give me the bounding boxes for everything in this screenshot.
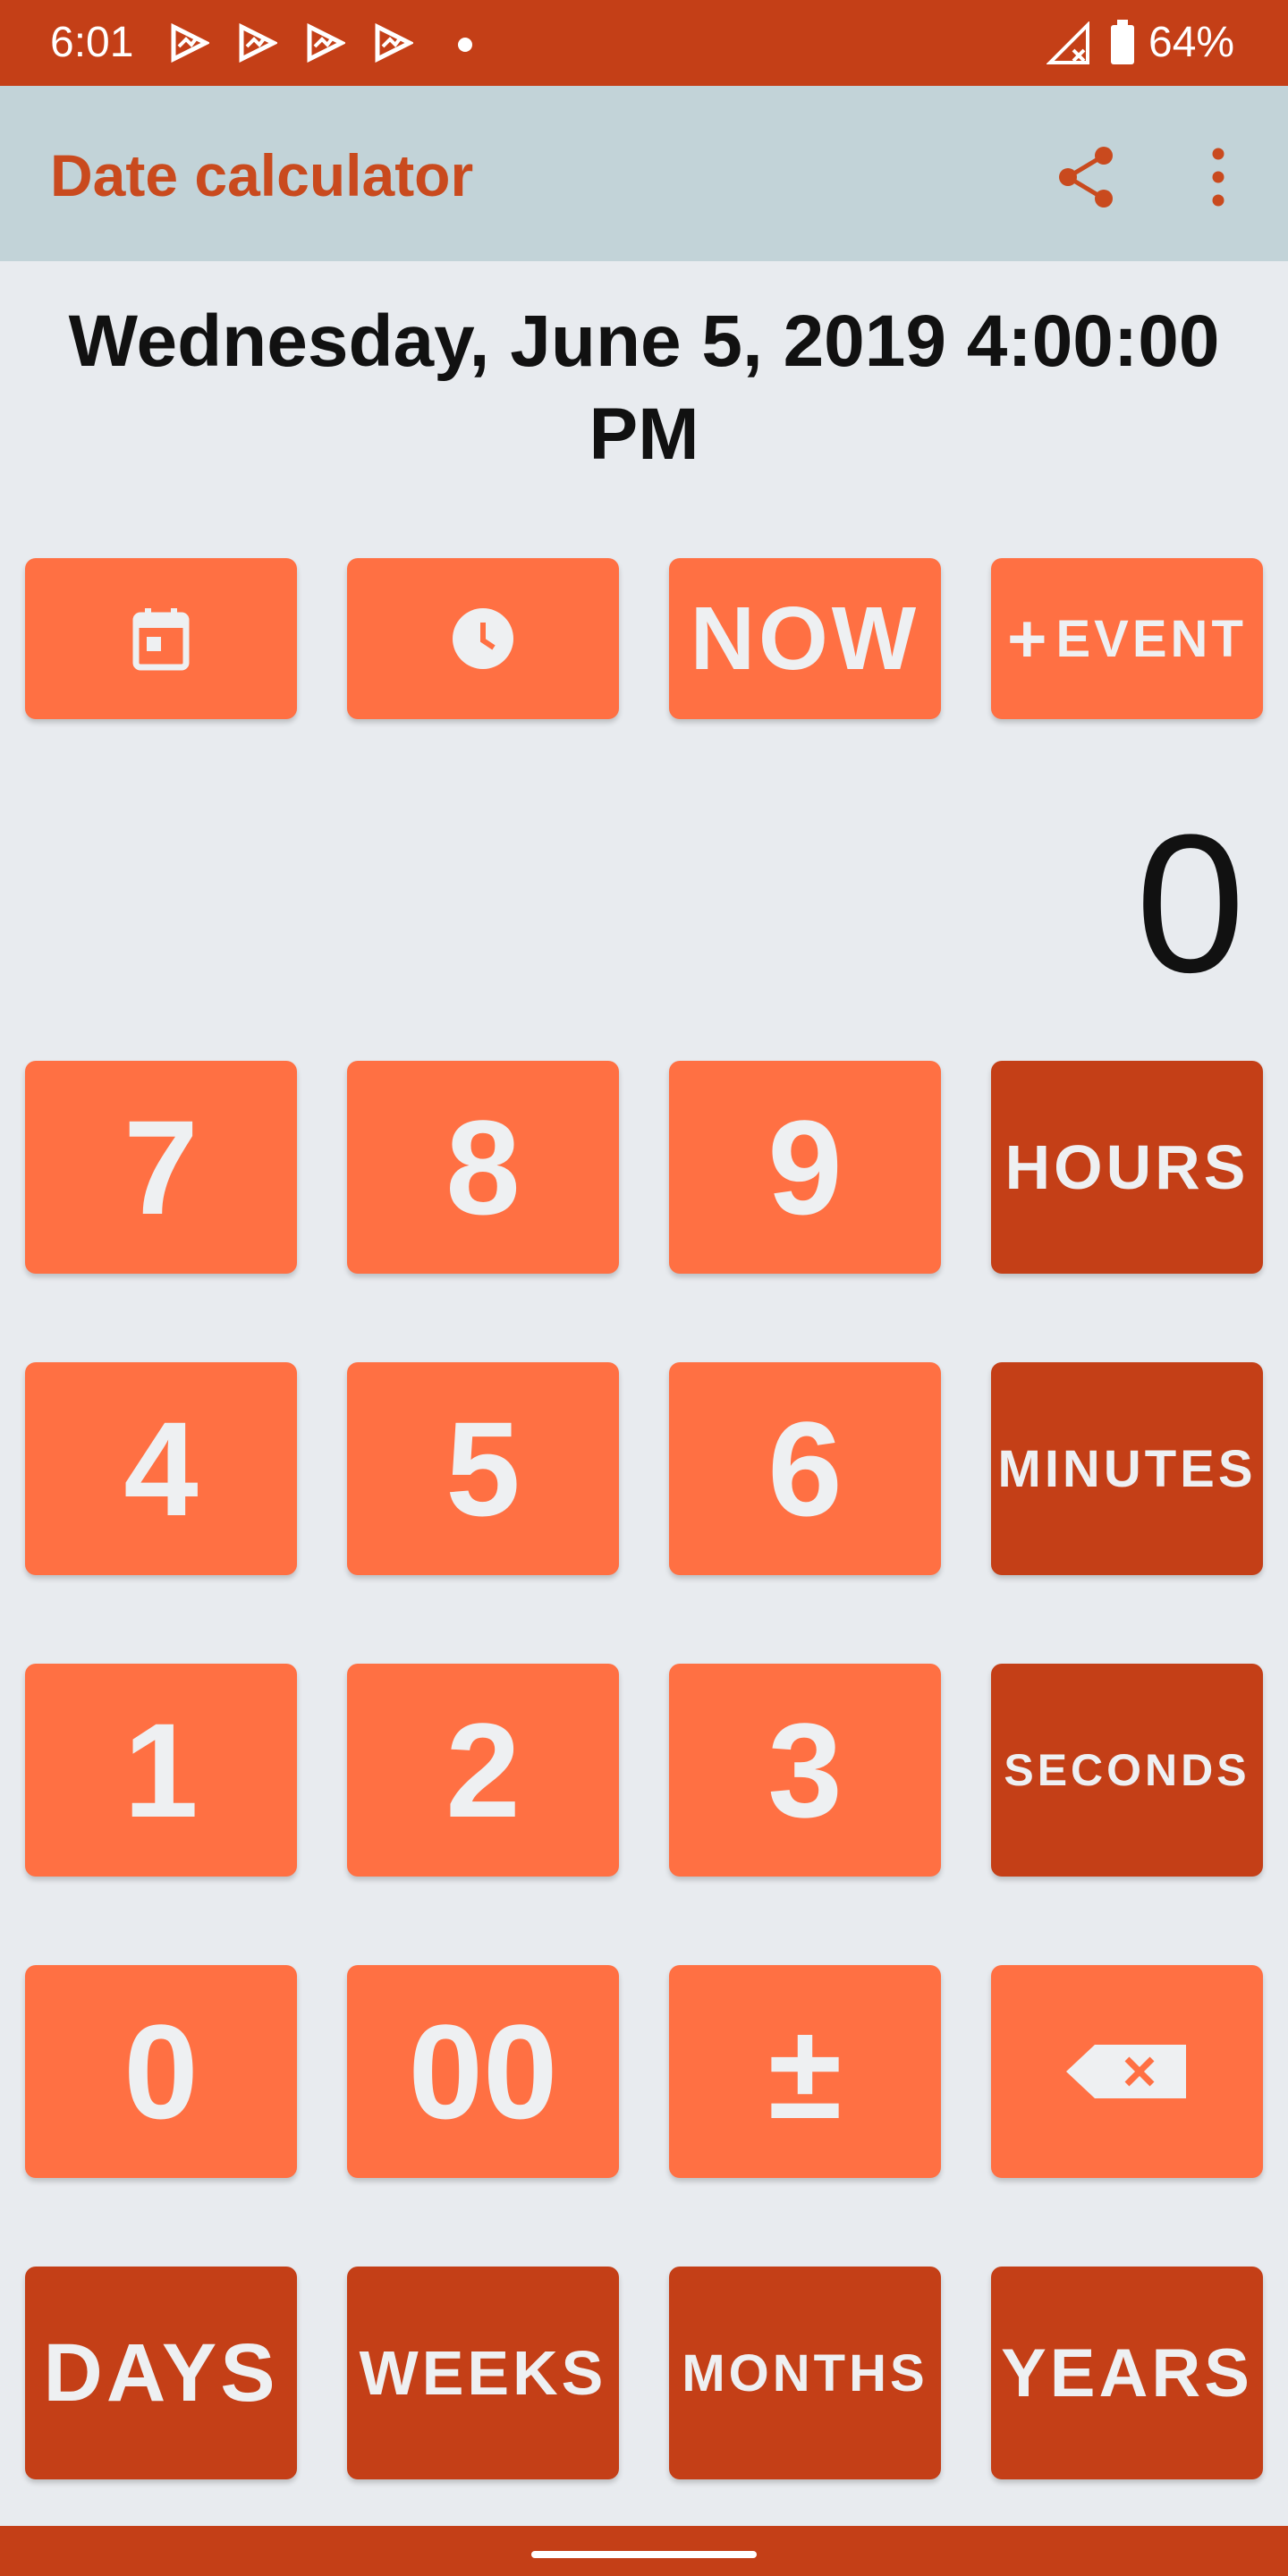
add-event-label: EVENT (1055, 609, 1247, 668)
play-games-notification-icon (239, 23, 277, 63)
app-bar: Date calculator (0, 86, 1288, 261)
key-4[interactable]: 4 (25, 1362, 297, 1575)
calendar-icon (132, 608, 190, 671)
key-2[interactable]: 2 (347, 1664, 619, 1877)
battery-percentage: 64% (1148, 19, 1235, 66)
navigation-bar (0, 2526, 1288, 2576)
more-notifications-dot-icon (458, 38, 472, 52)
share-icon[interactable] (1052, 143, 1120, 211)
key-1[interactable]: 1 (25, 1664, 297, 1877)
seconds-button[interactable]: SECONDS (991, 1664, 1263, 1877)
play-games-notification-icon (307, 23, 345, 63)
status-bar: 6:01 64% (0, 0, 1288, 86)
key-6[interactable]: 6 (669, 1362, 941, 1575)
plus-icon: + (1007, 600, 1047, 677)
play-games-notification-icon (171, 23, 209, 63)
battery-icon (1111, 20, 1134, 64)
signal-no-service-icon (1046, 21, 1089, 64)
add-event-button[interactable]: + EVENT (991, 558, 1263, 719)
time-picker-button[interactable] (347, 558, 619, 719)
home-gesture-handle[interactable] (531, 2551, 757, 2558)
days-button[interactable]: DAYS (25, 2267, 297, 2479)
key-8[interactable]: 8 (347, 1061, 619, 1274)
status-time: 6:01 (50, 19, 134, 66)
more-options-icon[interactable] (1200, 143, 1236, 211)
key-plus-minus[interactable]: ± (669, 1965, 941, 2178)
weeks-button[interactable]: WEEKS (347, 2267, 619, 2479)
play-games-notification-icon (375, 23, 413, 63)
months-button[interactable]: MONTHS (669, 2267, 941, 2479)
key-5[interactable]: 5 (347, 1362, 619, 1575)
backspace-icon (1066, 2045, 1186, 2098)
value-display: 0 (1135, 793, 1245, 1013)
hours-button[interactable]: HOURS (991, 1061, 1263, 1274)
app-title: Date calculator (50, 142, 474, 208)
selected-datetime: Wednesday, June 5, 2019 4:00:00 PM (68, 301, 1220, 475)
date-picker-button[interactable] (25, 558, 297, 719)
clock-icon (453, 608, 513, 669)
key-00[interactable]: 00 (347, 1965, 619, 2178)
now-button[interactable]: NOW (669, 558, 941, 719)
key-0[interactable]: 0 (25, 1965, 297, 2178)
key-9[interactable]: 9 (669, 1061, 941, 1274)
key-3[interactable]: 3 (669, 1664, 941, 1877)
minutes-button[interactable]: MINUTES (991, 1362, 1263, 1575)
years-button[interactable]: YEARS (991, 2267, 1263, 2479)
key-7[interactable]: 7 (25, 1061, 297, 1274)
backspace-button[interactable] (991, 1965, 1263, 2178)
